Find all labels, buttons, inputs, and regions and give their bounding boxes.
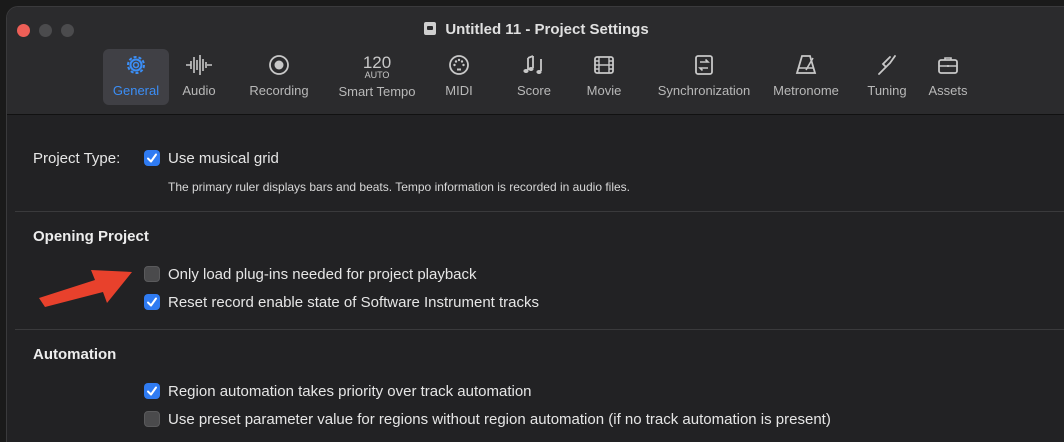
tab-label: MIDI — [445, 83, 473, 98]
tab-label: Tuning — [867, 83, 907, 98]
use-musical-grid-checkbox[interactable] — [144, 150, 160, 166]
tab-movie[interactable]: Movie — [580, 49, 628, 105]
tempo-icon-mode: AUTO — [364, 70, 390, 80]
section-divider — [15, 329, 1064, 330]
region-automation-priority-label: Region automation takes priority over tr… — [168, 383, 532, 400]
tab-smart-tempo[interactable]: 120 AUTO Smart Tempo — [330, 49, 424, 105]
tab-label: Movie — [586, 83, 622, 98]
sync-icon — [695, 55, 713, 75]
tab-tuning[interactable]: Tuning — [862, 49, 912, 105]
tab-audio[interactable]: Audio — [179, 49, 219, 105]
checkmark-icon — [147, 153, 157, 163]
tab-label: Assets — [928, 83, 968, 98]
waveform-icon — [186, 55, 212, 75]
checkmark-icon — [147, 297, 157, 307]
tab-synchronization[interactable]: Synchronization — [644, 49, 764, 105]
tab-label: Synchronization — [657, 83, 751, 98]
tab-label: General — [112, 83, 160, 98]
record-icon — [269, 55, 289, 75]
checkmark-icon — [147, 386, 157, 396]
briefcase-icon — [938, 57, 958, 74]
tab-midi[interactable]: MIDI — [441, 49, 477, 105]
project-type-label: Project Type: — [33, 150, 121, 167]
tempo-icon-value: 120 — [362, 53, 392, 72]
window-title: Untitled 11 - Project Settings — [7, 21, 1064, 38]
tuning-fork-icon — [878, 55, 896, 75]
musical-grid-description: The primary ruler displays bars and beat… — [168, 180, 630, 194]
film-icon — [594, 56, 614, 74]
tab-general[interactable]: General — [103, 49, 169, 105]
window-title-text: Untitled 11 - Project Settings — [445, 21, 649, 38]
tab-label: Audio — [182, 83, 216, 98]
toolbar: Untitled 11 - Project Settings General A… — [7, 7, 1064, 115]
region-automation-priority-checkbox[interactable] — [144, 383, 160, 399]
tab-label: Recording — [249, 83, 309, 98]
tab-metronome[interactable]: Metronome — [766, 49, 846, 105]
gear-icon — [127, 56, 145, 74]
red-arrow-annotation-icon — [39, 270, 132, 307]
use-preset-parameter-checkbox[interactable] — [144, 411, 160, 427]
only-load-needed-plugins-label: Only load plug-ins needed for project pl… — [168, 266, 477, 283]
reset-record-enable-label: Reset record enable state of Software In… — [168, 294, 540, 311]
tab-label: Smart Tempo — [338, 84, 416, 99]
tab-label: Metronome — [773, 83, 839, 98]
automation-heading: Automation — [33, 346, 117, 363]
midi-port-icon — [449, 55, 469, 75]
use-musical-grid-label: Use musical grid — [168, 150, 279, 167]
tab-recording[interactable]: Recording — [243, 49, 315, 105]
metronome-icon — [795, 55, 817, 74]
document-icon — [424, 22, 437, 35]
opening-project-heading: Opening Project — [33, 228, 149, 245]
general-settings-pane: Project Type: Use musical grid The prima… — [7, 115, 1064, 442]
notes-icon — [523, 55, 542, 74]
tab-label: Score — [517, 83, 551, 98]
reset-record-enable-checkbox[interactable] — [144, 294, 160, 310]
tab-assets[interactable]: Assets — [925, 49, 971, 105]
use-preset-parameter-label: Use preset parameter value for regions w… — [168, 411, 831, 428]
only-load-needed-plugins-checkbox[interactable] — [144, 266, 160, 282]
project-settings-window: Untitled 11 - Project Settings General A… — [6, 6, 1064, 442]
tab-score[interactable]: Score — [512, 49, 556, 105]
section-divider — [15, 211, 1064, 212]
